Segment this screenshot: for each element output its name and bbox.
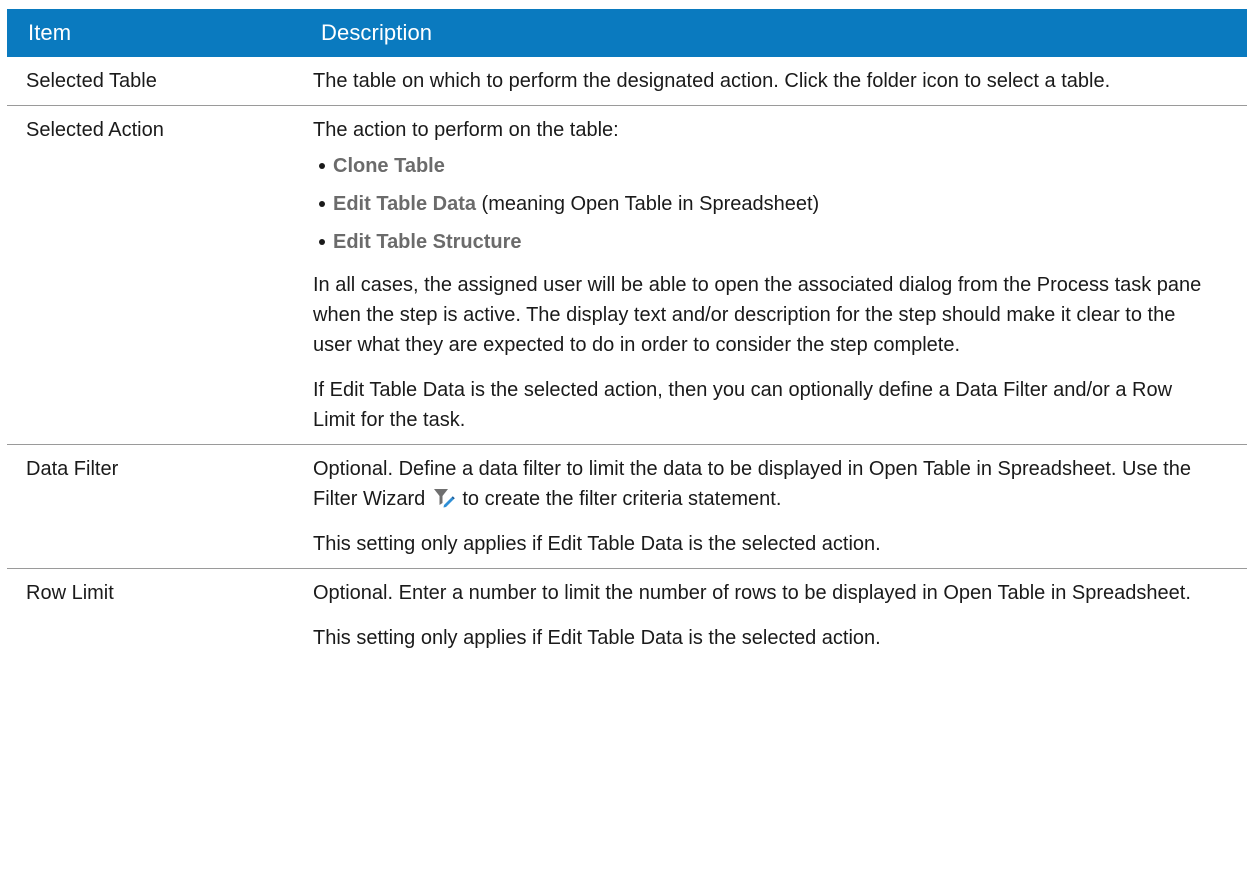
description-paragraph: Optional. Enter a number to limit the nu… bbox=[313, 582, 1191, 604]
list-item: Clone Table bbox=[313, 151, 1207, 181]
list-item: Edit Table Structure bbox=[313, 227, 1207, 257]
description-paragraph: This setting only applies if Edit Table … bbox=[313, 533, 881, 555]
table-row-data-filter: Data Filter Optional. Define a data filt… bbox=[7, 445, 1247, 569]
description-cell: The table on which to perform the design… bbox=[301, 57, 1247, 106]
item-description-table: Item Description Selected Table The tabl… bbox=[7, 9, 1247, 662]
table-row-row-limit: Row Limit Optional. Enter a number to li… bbox=[7, 569, 1247, 663]
header-item: Item bbox=[7, 9, 301, 57]
item-cell: Selected Table bbox=[26, 70, 157, 92]
description-intro: The action to perform on the table: bbox=[313, 119, 619, 141]
header-description: Description bbox=[301, 9, 1247, 57]
description-cell: Optional. Enter a number to limit the nu… bbox=[301, 569, 1247, 663]
document-page: Item Description Selected Table The tabl… bbox=[0, 0, 1254, 878]
table-row-selected-table: Selected Table The table on which to per… bbox=[7, 57, 1247, 106]
text-after-icon: to create the filter criteria statement. bbox=[456, 488, 782, 510]
bullet-icon bbox=[319, 201, 325, 207]
description-cell: Optional. Define a data filter to limit … bbox=[301, 445, 1247, 569]
item-cell: Data Filter bbox=[26, 458, 119, 480]
item-cell: Row Limit bbox=[26, 582, 114, 604]
description-paragraph: The table on which to perform the design… bbox=[313, 70, 1111, 92]
table-header-row: Item Description bbox=[7, 9, 1247, 57]
description-paragraph: In all cases, the assigned user will be … bbox=[313, 274, 1202, 356]
action-name: Edit Table Data bbox=[333, 193, 476, 215]
description-paragraph: If Edit Table Data is the selected actio… bbox=[313, 379, 1173, 431]
list-item: Edit Table Data (meaning Open Table in S… bbox=[313, 189, 1207, 219]
action-list: Clone Table Edit Table Data (meaning Ope… bbox=[313, 151, 1207, 257]
description-paragraph: Optional. Define a data filter to limit … bbox=[313, 454, 1207, 514]
action-name: Edit Table Structure bbox=[333, 231, 522, 253]
description-cell: The action to perform on the table: Clon… bbox=[301, 106, 1247, 445]
bullet-icon bbox=[319, 239, 325, 245]
action-suffix: (meaning Open Table in Spreadsheet) bbox=[476, 193, 820, 215]
item-cell: Selected Action bbox=[26, 119, 164, 141]
filter-wizard-icon bbox=[433, 489, 455, 508]
description-paragraph: This setting only applies if Edit Table … bbox=[313, 627, 881, 649]
action-name: Clone Table bbox=[333, 155, 445, 177]
bullet-icon bbox=[319, 163, 325, 169]
table-row-selected-action: Selected Action The action to perform on… bbox=[7, 106, 1247, 445]
